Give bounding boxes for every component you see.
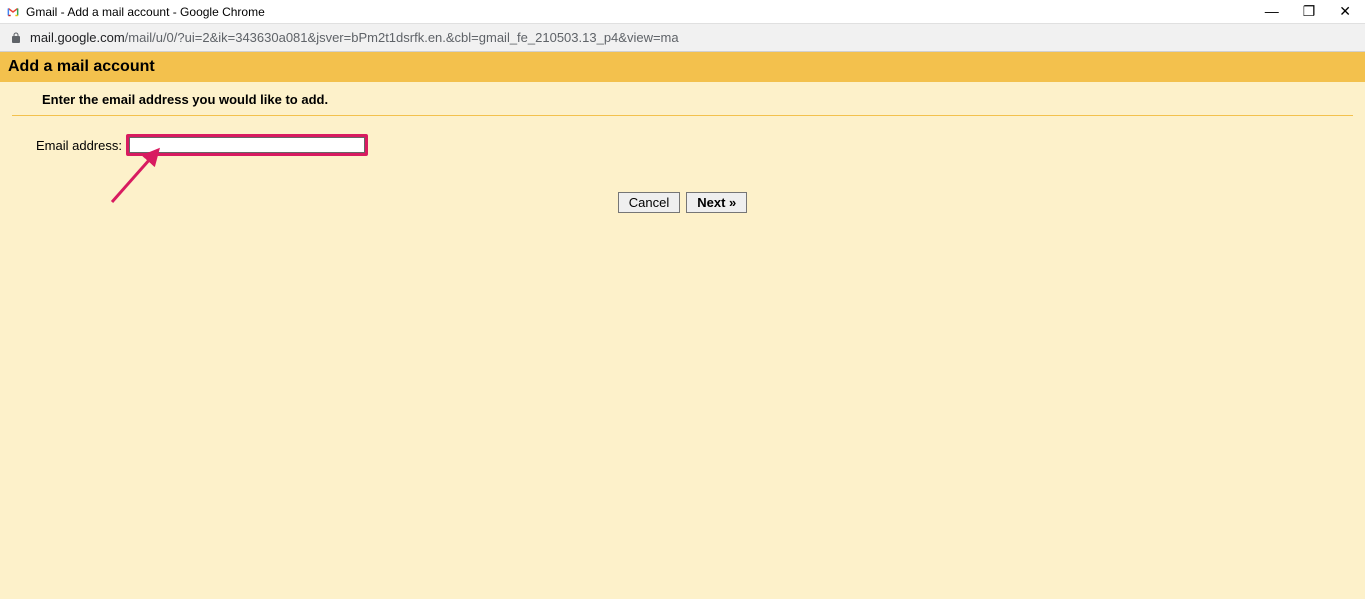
next-button[interactable]: Next » — [686, 192, 747, 213]
page-content: Add a mail account Enter the email addre… — [0, 52, 1365, 599]
gmail-icon — [6, 5, 20, 19]
maximize-button[interactable]: ❐ — [1303, 3, 1316, 20]
window-controls: — ❐ ✕ — [1265, 3, 1359, 20]
email-form-row: Email address: — [0, 116, 1365, 156]
window-titlebar: Gmail - Add a mail account - Google Chro… — [0, 0, 1365, 24]
url-path: /mail/u/0/?ui=2&ik=343630a081&jsver=bPm2… — [125, 30, 679, 45]
close-button[interactable]: ✕ — [1339, 3, 1351, 20]
minimize-button[interactable]: — — [1265, 3, 1279, 20]
address-bar[interactable]: mail.google.com/mail/u/0/?ui=2&ik=343630… — [0, 24, 1365, 52]
button-row: Cancel Next » — [0, 192, 1365, 213]
lock-icon — [10, 31, 22, 45]
cancel-button[interactable]: Cancel — [618, 192, 680, 213]
instruction-text: Enter the email address you would like t… — [12, 82, 1353, 116]
url-host: mail.google.com — [30, 30, 125, 45]
window-title: Gmail - Add a mail account - Google Chro… — [26, 5, 1265, 19]
email-label: Email address: — [36, 138, 122, 153]
input-highlight-annotation — [126, 134, 368, 156]
page-header: Add a mail account — [0, 52, 1365, 82]
page-title: Add a mail account — [8, 58, 1357, 76]
email-input[interactable] — [129, 137, 365, 153]
